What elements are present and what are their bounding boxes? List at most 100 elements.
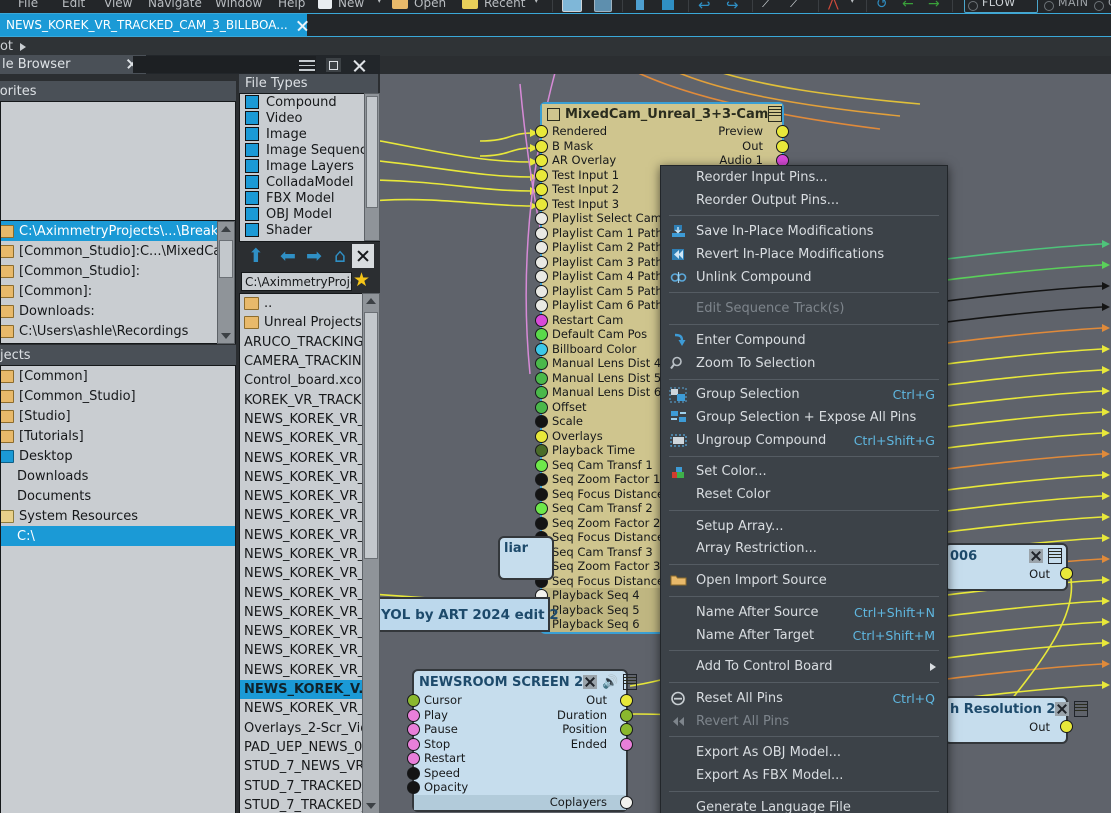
input-pin[interactable] xyxy=(535,342,548,356)
input-pin[interactable] xyxy=(407,766,420,780)
file-list-item[interactable]: NEWS_KOREK_VR_... xyxy=(240,410,379,429)
file-types-scrollbar[interactable] xyxy=(364,93,380,241)
input-pin[interactable] xyxy=(535,197,548,211)
file-list-item[interactable]: NEWS_KOREK_VR_... xyxy=(240,506,379,525)
input-pin[interactable] xyxy=(535,458,548,472)
recent-button[interactable]: Recent xyxy=(484,0,525,10)
file-list-item[interactable]: NEWS_KOREK_VR_... xyxy=(240,564,379,583)
node-partial-left[interactable]: liar xyxy=(498,536,554,580)
checkbox[interactable] xyxy=(245,127,259,141)
context-menu-item[interactable]: Set Color... xyxy=(661,461,947,484)
file-list-item[interactable]: NEWS_KOREK_VR_... xyxy=(240,699,379,718)
menu-edit[interactable]: Edit xyxy=(62,0,85,10)
favorites-list[interactable] xyxy=(0,101,236,221)
input-pin[interactable] xyxy=(407,708,420,722)
file-list-item[interactable]: NEWS_KOREK_VR_... xyxy=(240,487,379,506)
file-list-item[interactable]: KOREK_VR_TRACKE... xyxy=(240,390,379,409)
file-list-item[interactable]: Overlays_2-Scr_Vid... xyxy=(240,719,379,738)
node-partial-right-bottom-title-bar[interactable]: h Resolution 2 xyxy=(946,698,1089,720)
input-pin[interactable] xyxy=(535,386,548,399)
input-pin[interactable] xyxy=(535,357,548,370)
input-pin[interactable] xyxy=(535,154,548,167)
curve-icon[interactable]: ⟋ xyxy=(762,0,771,11)
input-pin[interactable] xyxy=(535,371,548,385)
file-list-item[interactable]: Unreal Projects xyxy=(240,313,379,332)
file-type-row[interactable]: OBJ Model xyxy=(240,206,379,222)
context-menu-item[interactable]: Reset Color xyxy=(661,483,947,506)
input-pin[interactable] xyxy=(535,516,548,530)
context-menu-item[interactable]: Revert In-Place Modifications xyxy=(661,243,947,266)
node-banner[interactable]: VEYOL by ART 2024 edit 2 xyxy=(380,597,559,632)
projects-item[interactable]: Documents xyxy=(1,486,235,506)
nav-home-icon[interactable]: ⌂ xyxy=(329,246,351,266)
file-type-row[interactable]: Image Layers xyxy=(240,158,379,174)
node-newsroom-title-bar[interactable]: NEWSROOM SCREEN 2 🔊 xyxy=(414,671,638,693)
file-list-item[interactable]: Control_board.xcomp xyxy=(240,371,379,390)
file-browser-tab[interactable]: le Browser xyxy=(0,55,146,74)
context-menu-item[interactable]: Name After Target Ctrl+Shift+M xyxy=(661,624,947,647)
input-pin[interactable] xyxy=(535,299,548,312)
context-menu-item[interactable]: Add To Control Board xyxy=(661,655,947,678)
context-menu-item[interactable]: Name After Source Ctrl+Shift+N xyxy=(661,601,947,624)
menu-view[interactable]: View xyxy=(104,0,132,10)
recent-item[interactable]: [Common_Studio]: xyxy=(1,261,235,281)
stop-icon[interactable] xyxy=(662,0,674,10)
node-close-icon[interactable] xyxy=(583,675,598,689)
node-list-icon[interactable] xyxy=(1048,548,1062,564)
node-newsroom-screen-2[interactable]: NEWSROOM SCREEN 2 🔊 Out Duration Position E… xyxy=(407,669,638,812)
file-list-item[interactable]: NEWS_KOREK_VR_... xyxy=(240,641,379,660)
input-pin[interactable] xyxy=(535,241,548,254)
menu-help[interactable]: Help xyxy=(278,0,305,10)
panel-close-icon[interactable] xyxy=(352,59,367,73)
curve2-icon[interactable]: ⟋ xyxy=(790,0,799,11)
context-menu-item[interactable]: Setup Array... xyxy=(661,515,947,538)
menu-window[interactable]: Window xyxy=(215,0,262,10)
nav-forward-icon[interactable]: ➡ xyxy=(303,246,325,266)
file-list-item[interactable]: NEWS_KOREK_V... xyxy=(240,679,379,700)
context-menu-item[interactable]: Generate Language File xyxy=(661,796,947,813)
file-list-item[interactable]: NEWS_KOREK_VR_... xyxy=(240,468,379,487)
breadcrumb-root[interactable]: oot xyxy=(0,39,13,54)
context-menu-item[interactable]: Zoom To Selection xyxy=(661,352,947,375)
input-pin[interactable] xyxy=(535,313,548,327)
checkbox[interactable] xyxy=(245,191,259,205)
recent-item[interactable]: C:\Users\ashle\Recordings xyxy=(1,321,235,341)
node-close-icon[interactable] xyxy=(1055,702,1070,716)
input-pin[interactable] xyxy=(407,752,420,765)
node-mixedcam-title-bar[interactable]: MixedCam_Unreal_3+3-Cam xyxy=(542,104,783,124)
new-dropdown-icon[interactable]: ▾ xyxy=(377,0,382,6)
document-tab-close-icon[interactable] xyxy=(296,19,301,32)
context-menu-item[interactable]: Ungroup Compound Ctrl+Shift+G xyxy=(661,429,947,452)
input-pin[interactable] xyxy=(535,168,548,182)
file-list-item[interactable]: STUD_7_TRACKED_... xyxy=(240,776,379,795)
projects-item[interactable]: Downloads xyxy=(1,466,235,486)
prev-icon[interactable]: ← xyxy=(902,0,914,12)
file-type-row[interactable]: Compound xyxy=(240,94,379,110)
file-type-row[interactable]: Image Sequence xyxy=(240,142,379,158)
checkbox[interactable] xyxy=(245,223,259,237)
node-partial-right-bottom[interactable]: h Resolution 2 Out xyxy=(944,696,1089,744)
file-list-item[interactable]: NEWS_KOREK_VR_... xyxy=(240,526,379,545)
recent-item[interactable]: [Common_Studio]:C...\MixedCam_Unreal xyxy=(1,241,235,261)
projects-item[interactable]: [Studio] xyxy=(1,406,235,426)
node-close-icon[interactable] xyxy=(1029,549,1043,563)
input-pin[interactable] xyxy=(407,737,420,751)
projects-item[interactable]: [Common] xyxy=(1,366,235,386)
file-list-item[interactable]: PAD_UEP_NEWS_0... xyxy=(240,738,379,757)
file-list-item[interactable]: NEWS_KOREK_VR_... xyxy=(240,583,379,602)
input-pin[interactable] xyxy=(535,444,548,457)
file-list-scrollbar[interactable] xyxy=(362,293,380,813)
checkbox[interactable] xyxy=(245,95,259,109)
recent-item[interactable]: C:\AximmetryProjects\...\Breaking News xyxy=(1,221,235,241)
context-menu-item[interactable]: Reorder Output Pins... xyxy=(661,189,947,212)
checkbox[interactable] xyxy=(245,111,259,125)
input-pin[interactable] xyxy=(407,694,420,707)
input-pin[interactable] xyxy=(407,723,420,736)
nav-close-icon[interactable] xyxy=(352,244,374,268)
input-pin[interactable] xyxy=(535,226,548,240)
file-list-item[interactable]: STUD_7_NEWS_VR... xyxy=(240,757,379,776)
redo-icon[interactable]: ↪ xyxy=(726,0,739,13)
checkbox[interactable] xyxy=(245,175,259,189)
view-tab-main[interactable]: MAIN xyxy=(1058,0,1089,9)
file-type-row[interactable]: Image xyxy=(240,126,379,142)
